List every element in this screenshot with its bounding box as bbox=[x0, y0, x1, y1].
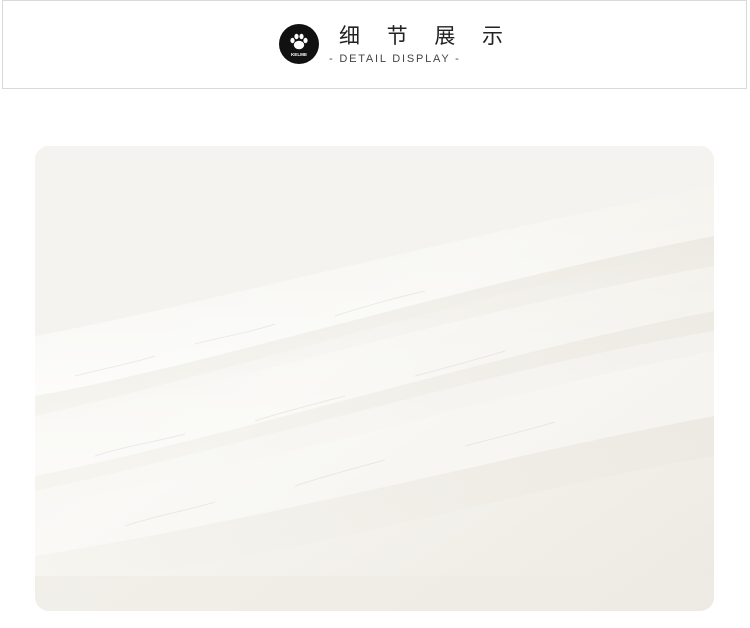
fabric-texture bbox=[35, 146, 714, 611]
fabric-detail-image bbox=[35, 146, 714, 611]
header-panel: KELME 细 节 展 示 - DETAIL DISPLAY - bbox=[2, 0, 747, 89]
page-title: 细 节 展 示 bbox=[339, 24, 514, 48]
paw-logo-icon: KELME bbox=[280, 25, 318, 63]
page-subtitle: - DETAIL DISPLAY - bbox=[329, 53, 461, 65]
brand-logo: KELME bbox=[279, 24, 319, 64]
logo-text: KELME bbox=[291, 52, 307, 57]
